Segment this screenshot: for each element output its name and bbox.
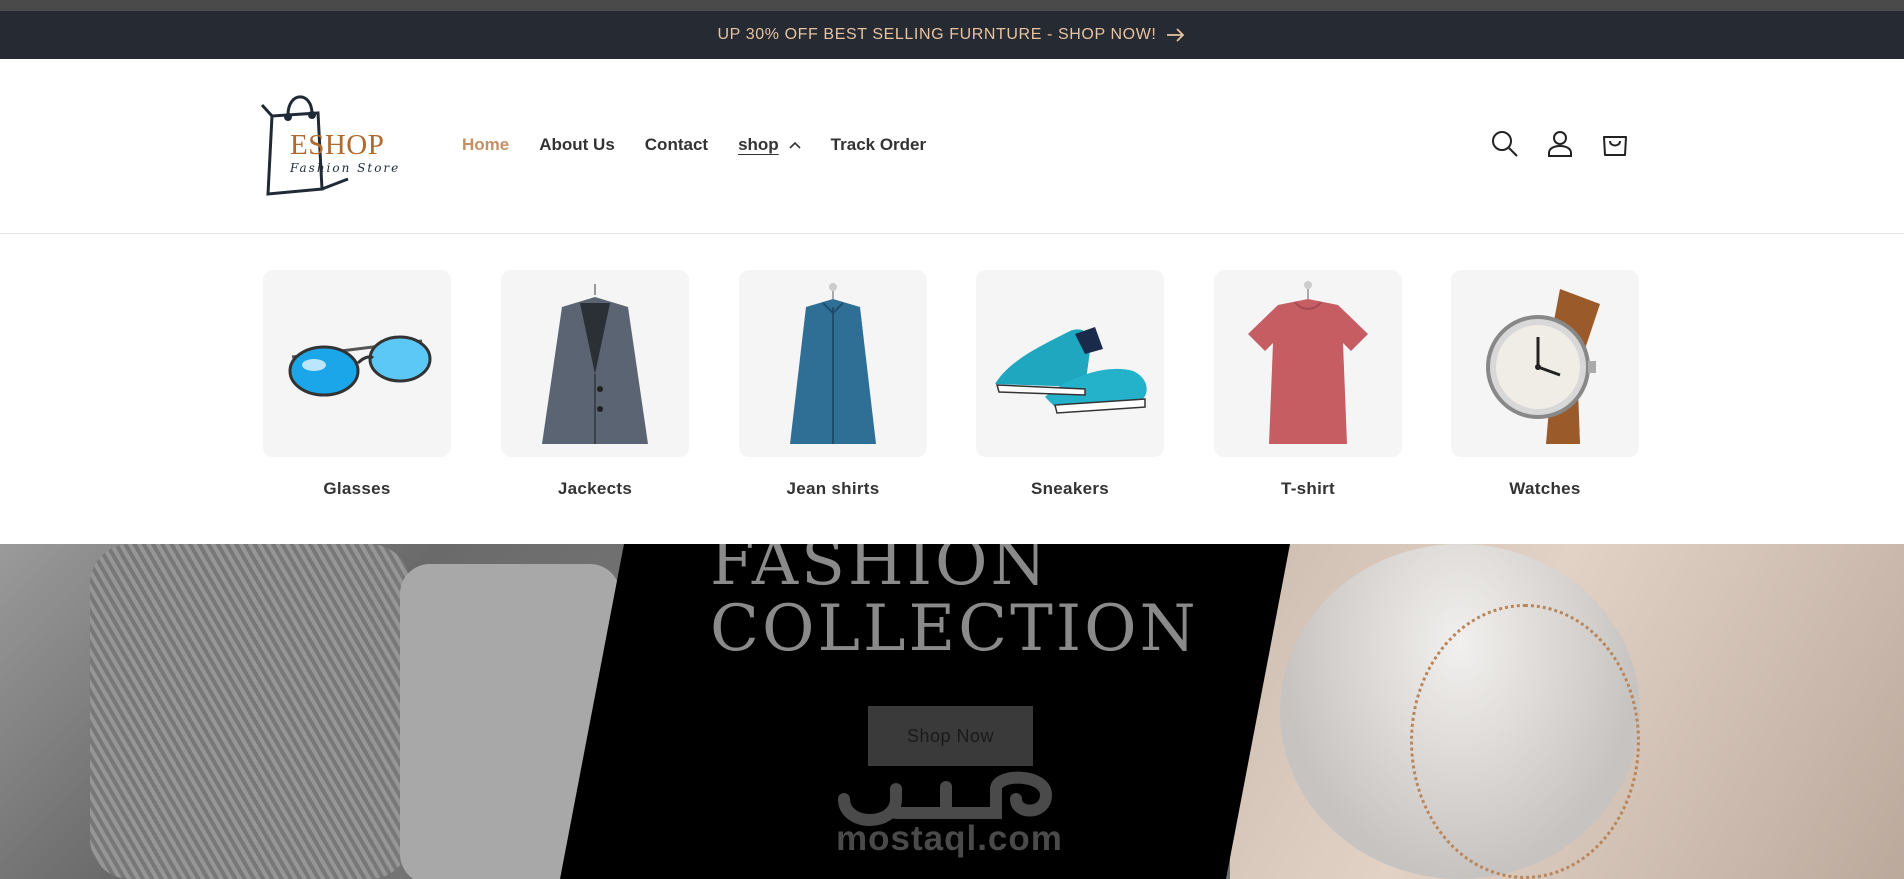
site-header: ESHOP Fashion Store Home About Us Contac…	[0, 59, 1904, 234]
logo-name: ESHOP	[290, 129, 385, 161]
category-label: Glasses	[323, 479, 391, 498]
hero-title: FASHION COLLECTION	[710, 544, 1199, 662]
announcement-bar[interactable]: UP 30% OFF BEST SELLING FURNTURE - SHOP …	[0, 11, 1904, 59]
jacket-icon	[542, 283, 648, 444]
nav-contact[interactable]: Contact	[645, 135, 708, 155]
category-card[interactable]	[501, 270, 689, 457]
category-tshirt[interactable]: T-shirt	[1214, 270, 1402, 499]
mostaql-watermark: mostaql.com	[836, 819, 1063, 858]
hero-knit-sweater	[90, 544, 410, 879]
category-watches[interactable]: Watches	[1451, 270, 1639, 499]
sneaker-icon	[995, 326, 1147, 414]
search-icon	[1492, 131, 1518, 157]
category-card[interactable]	[1214, 270, 1402, 457]
account-button[interactable]	[1544, 128, 1576, 160]
shop-mega-menu: Glasses Jackects Jean shirts Sneakers T-…	[0, 234, 1904, 544]
account-icon	[1548, 131, 1572, 157]
hero-banner: FASHION COLLECTION Shop Now mostaql.com	[0, 544, 1904, 879]
shirt-icon	[790, 282, 876, 444]
category-label: T-shirt	[1280, 479, 1336, 498]
glasses-icon	[288, 335, 432, 396]
category-card[interactable]	[1451, 270, 1639, 457]
search-button[interactable]	[1489, 128, 1521, 160]
main-nav: Home About Us Contact shop Track Order	[462, 133, 956, 157]
browser-top-strip	[0, 0, 1904, 11]
arrow-right-icon	[1167, 28, 1185, 42]
announcement-text: UP 30% OFF BEST SELLING FURNTURE - SHOP …	[717, 26, 1157, 43]
category-label: Watches	[1509, 479, 1581, 498]
nav-shop[interactable]: shop	[738, 135, 801, 155]
category-label: Jean shirts	[786, 479, 880, 498]
category-card[interactable]	[263, 270, 451, 457]
hero-title-line2: COLLECTION	[710, 592, 1199, 666]
nav-shop-label: shop	[738, 135, 779, 154]
category-glasses[interactable]: Glasses	[263, 270, 451, 499]
category-card[interactable]	[739, 270, 927, 457]
hero-title-line1: FASHION	[710, 544, 1050, 600]
category-jackets[interactable]: Jackects	[501, 270, 689, 499]
nav-about[interactable]: About Us	[539, 135, 615, 155]
hero-necklace	[1410, 604, 1640, 879]
category-sneakers[interactable]: Sneakers	[976, 270, 1164, 499]
tshirt-icon	[1248, 280, 1368, 444]
category-label: Sneakers	[1030, 479, 1109, 498]
logo-tagline: Fashion Store	[290, 161, 401, 175]
nav-track-order[interactable]: Track Order	[831, 135, 926, 155]
chevron-up-icon	[789, 141, 801, 149]
cart-button[interactable]	[1599, 128, 1631, 160]
cart-icon	[1603, 136, 1627, 156]
nav-home[interactable]: Home	[462, 135, 509, 155]
announcement-link[interactable]: UP 30% OFF BEST SELLING FURNTURE - SHOP …	[718, 26, 1187, 44]
shop-now-button[interactable]: Shop Now	[868, 706, 1033, 766]
category-label: Jackects	[557, 479, 633, 498]
category-card[interactable]	[976, 270, 1164, 457]
watch-icon	[1486, 288, 1600, 444]
category-jean-shirts[interactable]: Jean shirts	[739, 270, 927, 499]
